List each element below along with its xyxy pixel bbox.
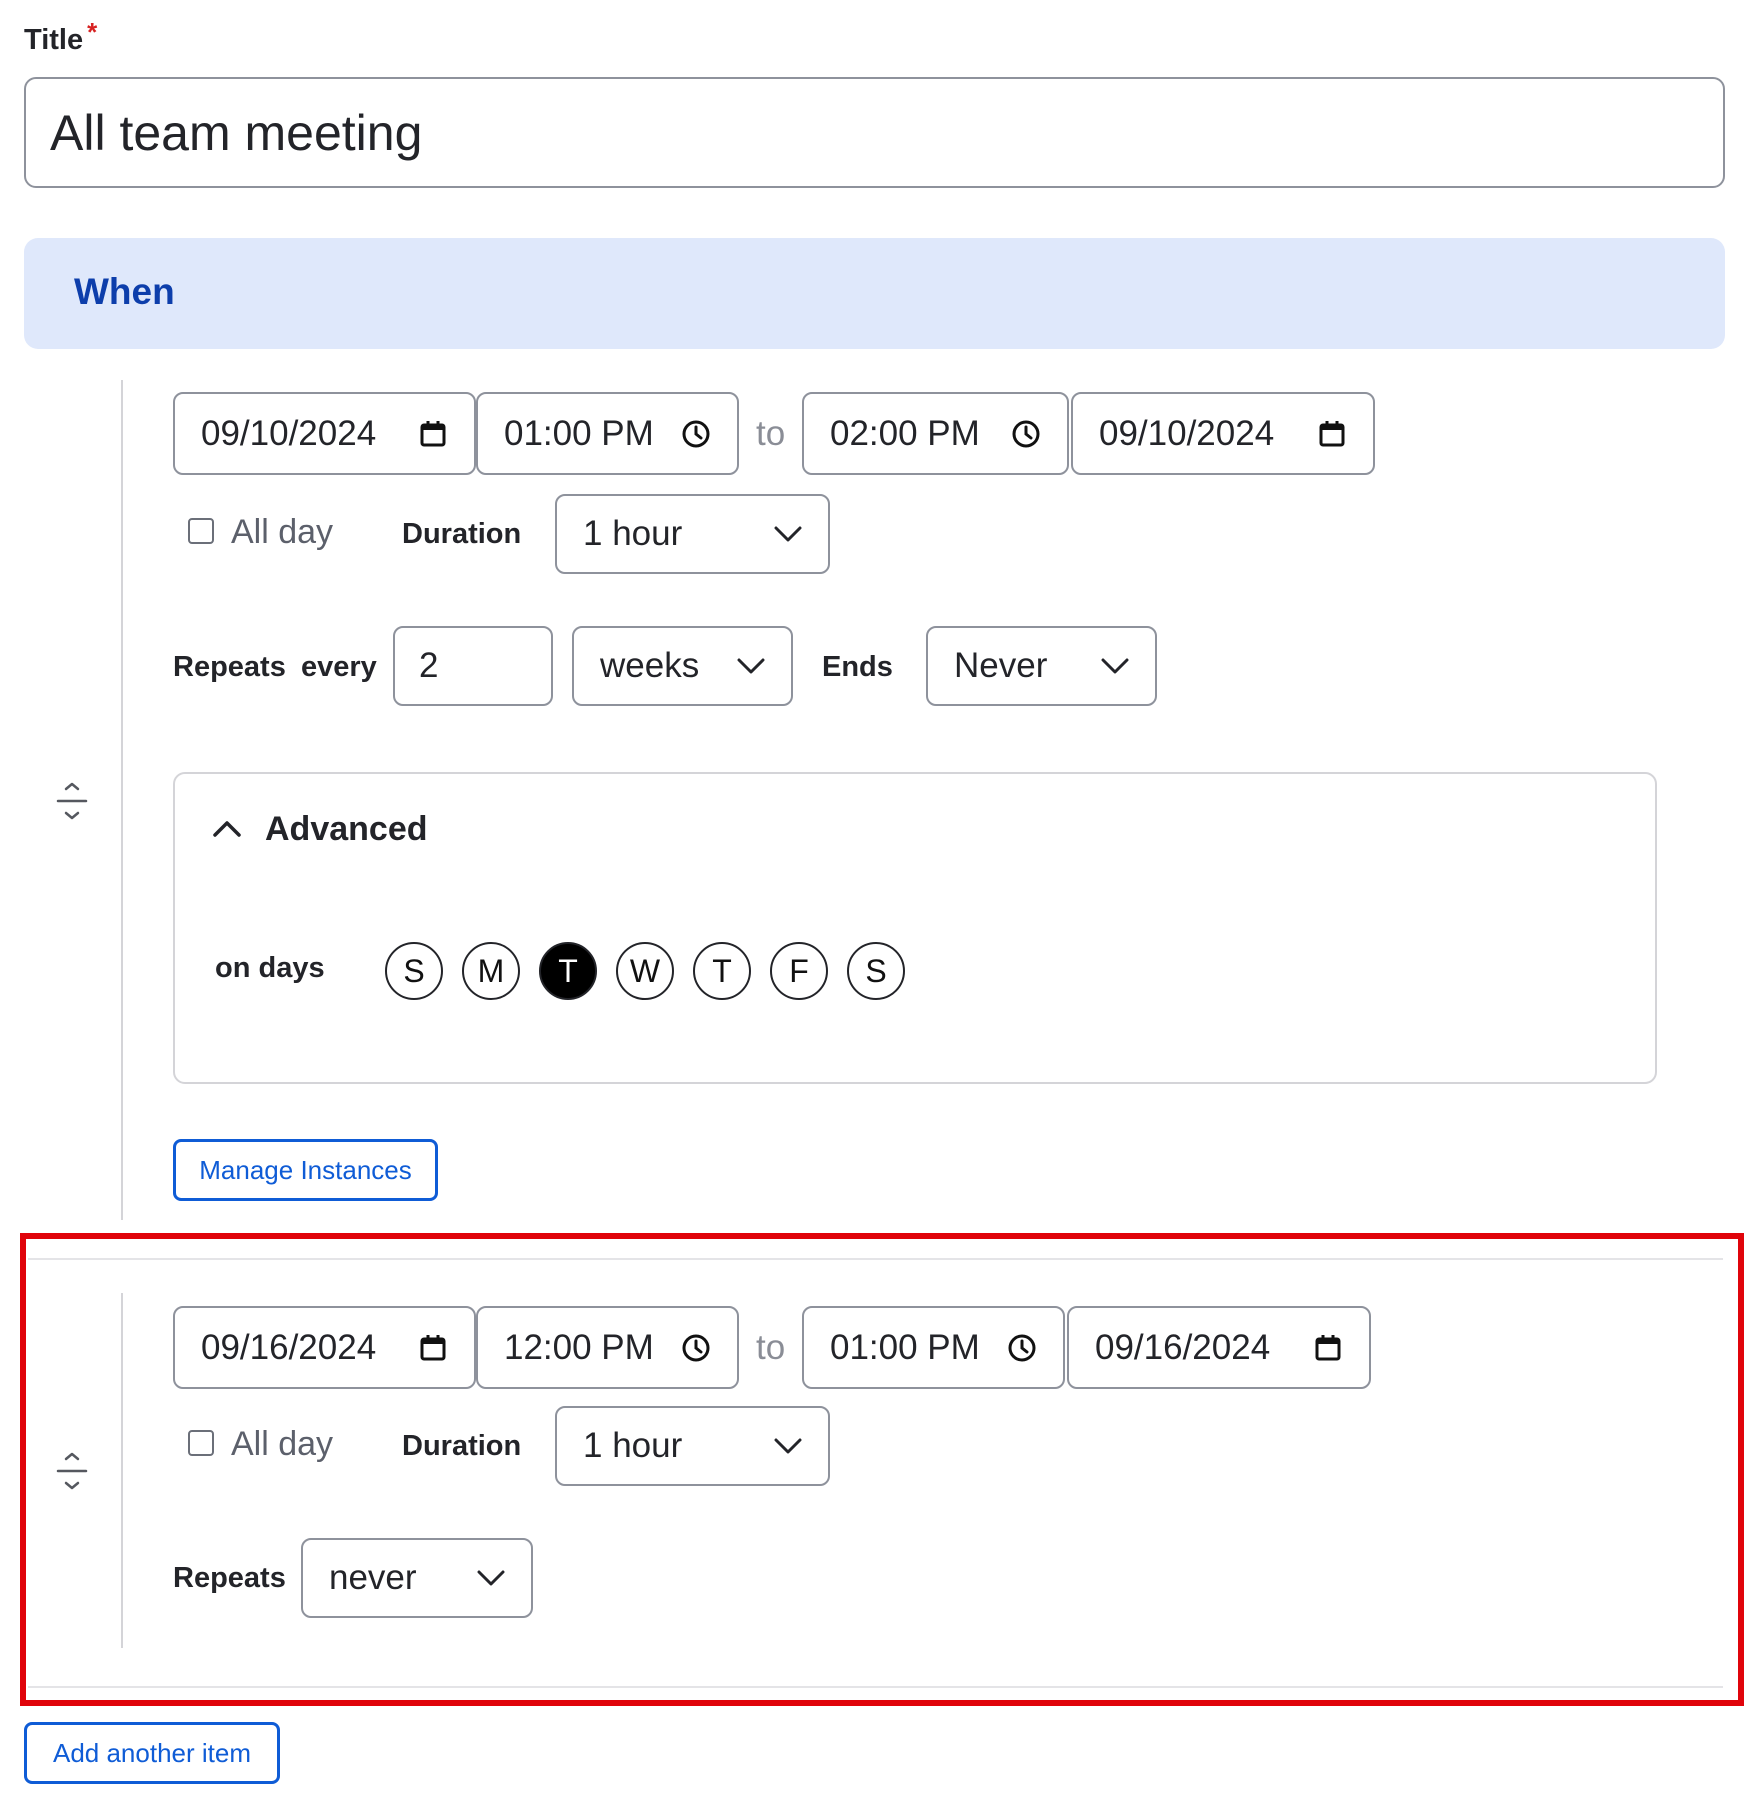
when-heading: When <box>74 271 175 312</box>
item-separator <box>28 1686 1723 1688</box>
duration-select[interactable]: 1 hour <box>555 1406 830 1486</box>
repeat-interval-value: 2 <box>419 646 439 685</box>
start-date-input[interactable]: 09/16/2024 <box>173 1306 476 1389</box>
highlight-box <box>20 1233 1744 1706</box>
repeats-label: Repeats <box>173 1562 286 1594</box>
chevron-down-icon <box>737 658 765 674</box>
day-toggle-sunday[interactable]: S <box>385 942 443 1000</box>
ends-value: Never <box>954 646 1048 685</box>
when-section-header: When <box>24 238 1725 349</box>
start-date-value: 09/10/2024 <box>201 413 377 453</box>
duration-value: 1 hour <box>583 1426 683 1465</box>
advanced-panel: Advanced on days S M T W T F S <box>173 772 1657 1084</box>
day-toggle-tuesday[interactable]: T <box>539 942 597 1000</box>
chevron-down-icon <box>774 526 802 542</box>
repeats-select[interactable]: never <box>301 1538 533 1618</box>
start-time-value: 12:00 PM <box>504 1327 654 1367</box>
item-divider-line <box>121 380 123 1220</box>
duration-label: Duration <box>402 518 522 550</box>
chevron-down-icon <box>1101 658 1129 674</box>
duration-select[interactable]: 1 hour <box>555 494 830 574</box>
title-input-value: All team meeting <box>50 104 423 161</box>
end-time-value: 01:00 PM <box>830 1327 980 1367</box>
duration-value: 1 hour <box>583 514 683 553</box>
calendar-icon[interactable] <box>1317 419 1347 449</box>
title-label: Title * <box>24 17 98 56</box>
chevron-down-icon <box>477 1570 505 1586</box>
advanced-toggle[interactable]: Advanced <box>265 810 428 849</box>
day-toggle-monday[interactable]: M <box>462 942 520 1000</box>
repeat-interval-input[interactable]: 2 <box>393 626 553 706</box>
required-marker: * <box>87 17 98 47</box>
ends-select[interactable]: Never <box>926 626 1157 706</box>
drag-handle-icon[interactable] <box>54 1451 90 1491</box>
on-days-label: on days <box>215 952 325 984</box>
all-day-checkbox[interactable] <box>188 518 214 544</box>
clock-icon[interactable] <box>1011 419 1041 449</box>
chevron-up-icon[interactable] <box>213 820 241 838</box>
duration-label: Duration <box>402 1430 522 1462</box>
start-time-input[interactable]: 01:00 PM <box>476 392 739 475</box>
drag-handle-icon[interactable] <box>54 781 90 821</box>
clock-icon[interactable] <box>1007 1333 1037 1363</box>
day-toggle-saturday[interactable]: S <box>847 942 905 1000</box>
item-separator <box>28 1258 1723 1260</box>
every-label: every <box>301 651 377 683</box>
day-toggle-wednesday[interactable]: W <box>616 942 674 1000</box>
all-day-label: All day <box>231 1425 334 1463</box>
title-input[interactable]: All team meeting <box>24 77 1725 188</box>
start-date-value: 09/16/2024 <box>201 1327 377 1367</box>
day-toggle-thursday[interactable]: T <box>693 942 751 1000</box>
end-date-value: 09/16/2024 <box>1095 1327 1271 1367</box>
start-time-value: 01:00 PM <box>504 413 654 453</box>
day-toggle-friday[interactable]: F <box>770 942 828 1000</box>
end-date-input[interactable]: 09/16/2024 <box>1067 1306 1371 1389</box>
calendar-icon[interactable] <box>418 1333 448 1363</box>
repeat-unit-select[interactable]: weeks <box>572 626 793 706</box>
item-divider-line <box>121 1293 123 1648</box>
repeats-value: never <box>329 1558 417 1597</box>
all-day-label: All day <box>231 513 334 551</box>
add-another-item-button[interactable]: Add another item <box>24 1722 280 1784</box>
start-date-input[interactable]: 09/10/2024 <box>173 392 476 475</box>
start-time-input[interactable]: 12:00 PM <box>476 1306 739 1389</box>
end-date-input[interactable]: 09/10/2024 <box>1071 392 1375 475</box>
manage-instances-button[interactable]: Manage Instances <box>173 1139 438 1201</box>
to-separator: to <box>756 414 786 453</box>
calendar-icon[interactable] <box>418 419 448 449</box>
repeats-label: Repeats <box>173 651 286 683</box>
ends-label: Ends <box>822 651 893 683</box>
chevron-down-icon <box>774 1438 802 1454</box>
end-time-value: 02:00 PM <box>830 413 980 453</box>
clock-icon[interactable] <box>681 419 711 449</box>
end-date-value: 09/10/2024 <box>1099 413 1275 453</box>
to-separator: to <box>756 1328 786 1367</box>
clock-icon[interactable] <box>681 1333 711 1363</box>
calendar-icon[interactable] <box>1313 1333 1343 1363</box>
repeat-unit-value: weeks <box>600 646 700 685</box>
all-day-checkbox[interactable] <box>188 1430 214 1456</box>
end-time-input[interactable]: 01:00 PM <box>802 1306 1065 1389</box>
end-time-input[interactable]: 02:00 PM <box>802 392 1069 475</box>
